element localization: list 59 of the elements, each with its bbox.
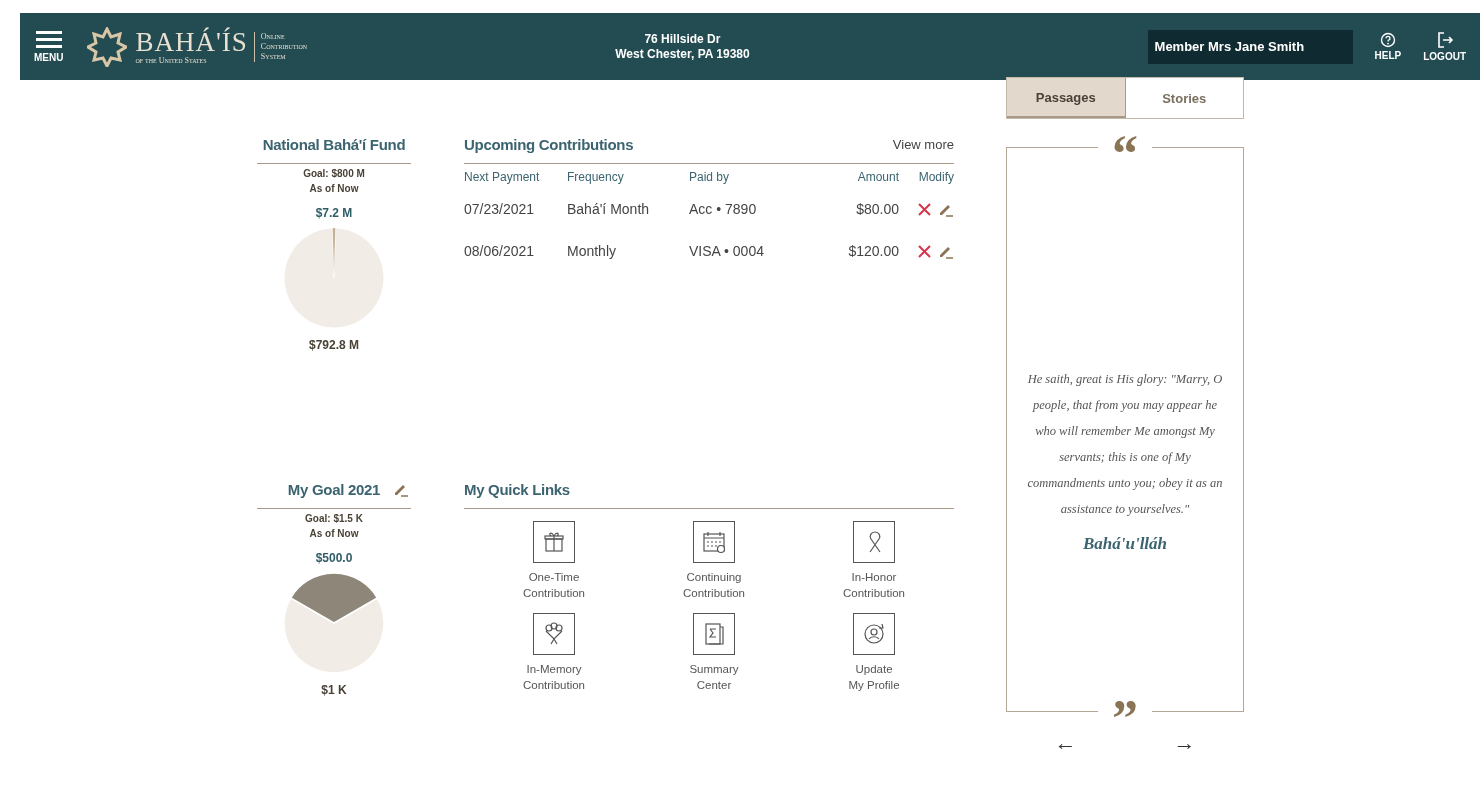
ribbon-icon[interactable]: [853, 521, 895, 563]
help-icon: [1379, 32, 1396, 48]
sigma-document-icon[interactable]: [693, 613, 735, 655]
table-cell-text: Monthly: [567, 242, 618, 261]
delete-icon[interactable]: [917, 201, 932, 217]
address-line: West Chester, PA 19380: [615, 46, 750, 62]
calendar-icon[interactable]: [693, 521, 735, 563]
view-more-link[interactable]: View more: [892, 136, 954, 152]
table-cell-text: Bahá'í Month: [567, 200, 651, 219]
quick-link[interactable]: Continuing Contribution: [683, 569, 745, 601]
table-cell-text: 08/06/2021: [464, 242, 536, 261]
date-label: As of Now: [309, 528, 359, 539]
section-title: Upcoming Contributions: [464, 135, 634, 153]
help-button[interactable]: HELP: [1374, 32, 1402, 61]
quick-link[interactable]: In-Honor Contribution: [843, 569, 905, 601]
table-cell-text: $80.00: [855, 200, 899, 219]
quote-author: Bahá'u'lláh: [1082, 533, 1168, 554]
person-refresh-icon[interactable]: [853, 613, 895, 655]
column-header: Frequency: [567, 170, 625, 186]
star-logo-icon: [87, 26, 128, 67]
table-cell-text: $120.00: [847, 242, 899, 261]
column-header: Next Payment: [464, 170, 541, 186]
system-name: Contribution: [260, 41, 308, 52]
quote-text: He saith, great is His glory: "Marry, O people, that from you may appear he who will remember Me amongst My servants; this is one of My commandments unto you; obey it as an assistance to yourselves.": [1026, 370, 1224, 518]
table-cell-text: VISA • 0004: [689, 242, 765, 261]
section-title: My Quick Links: [464, 480, 570, 498]
logo-subtitle: of the United States: [135, 56, 208, 65]
goal-label: Goal: $800 M: [303, 168, 365, 179]
quick-link[interactable]: Summary Center: [689, 661, 739, 693]
quick-link[interactable]: Update My Profile: [848, 661, 900, 693]
amount-label: $7.2 M: [315, 206, 353, 220]
amount-label: $792.8 M: [308, 338, 359, 352]
next-button[interactable]: →: [1173, 730, 1196, 756]
logo-title: BAHÁ'ÍS: [135, 28, 248, 56]
quick-link[interactable]: In-Memory Contribution: [523, 661, 585, 693]
logout-button[interactable]: LOGOUT: [1423, 31, 1466, 62]
tab[interactable]: Passages: [1007, 78, 1126, 118]
amount-label: $500.0: [315, 551, 353, 565]
delete-icon[interactable]: [917, 243, 932, 259]
quick-link[interactable]: One-Time Contribution: [523, 569, 585, 601]
date-label: As of Now: [309, 183, 359, 194]
section-title: National Bahá'í Fund: [262, 135, 406, 153]
amount-label: $1 K: [321, 683, 347, 697]
goal-label: Goal: $1.5 K: [305, 513, 363, 524]
bouquet-icon[interactable]: [533, 613, 575, 655]
column-header: Modify: [917, 170, 954, 186]
column-header: Amount: [856, 170, 899, 186]
system-name: Online: [260, 31, 286, 42]
previous-button[interactable]: ←: [1054, 730, 1077, 756]
table-cell-text: Acc • 7890: [689, 200, 758, 219]
column-header: Paid by: [689, 170, 731, 186]
gift-icon[interactable]: [533, 521, 575, 563]
section-title: My Goal 2021: [287, 480, 381, 498]
address-line: 76 Hillside Dr: [644, 31, 721, 47]
table-cell-text: 07/23/2021: [464, 200, 536, 219]
menu-button[interactable]: MENU: [34, 30, 64, 63]
member-name: Member Mrs Jane Smith: [1147, 29, 1353, 64]
logout-icon: [1435, 31, 1454, 49]
system-name: System: [260, 51, 287, 62]
